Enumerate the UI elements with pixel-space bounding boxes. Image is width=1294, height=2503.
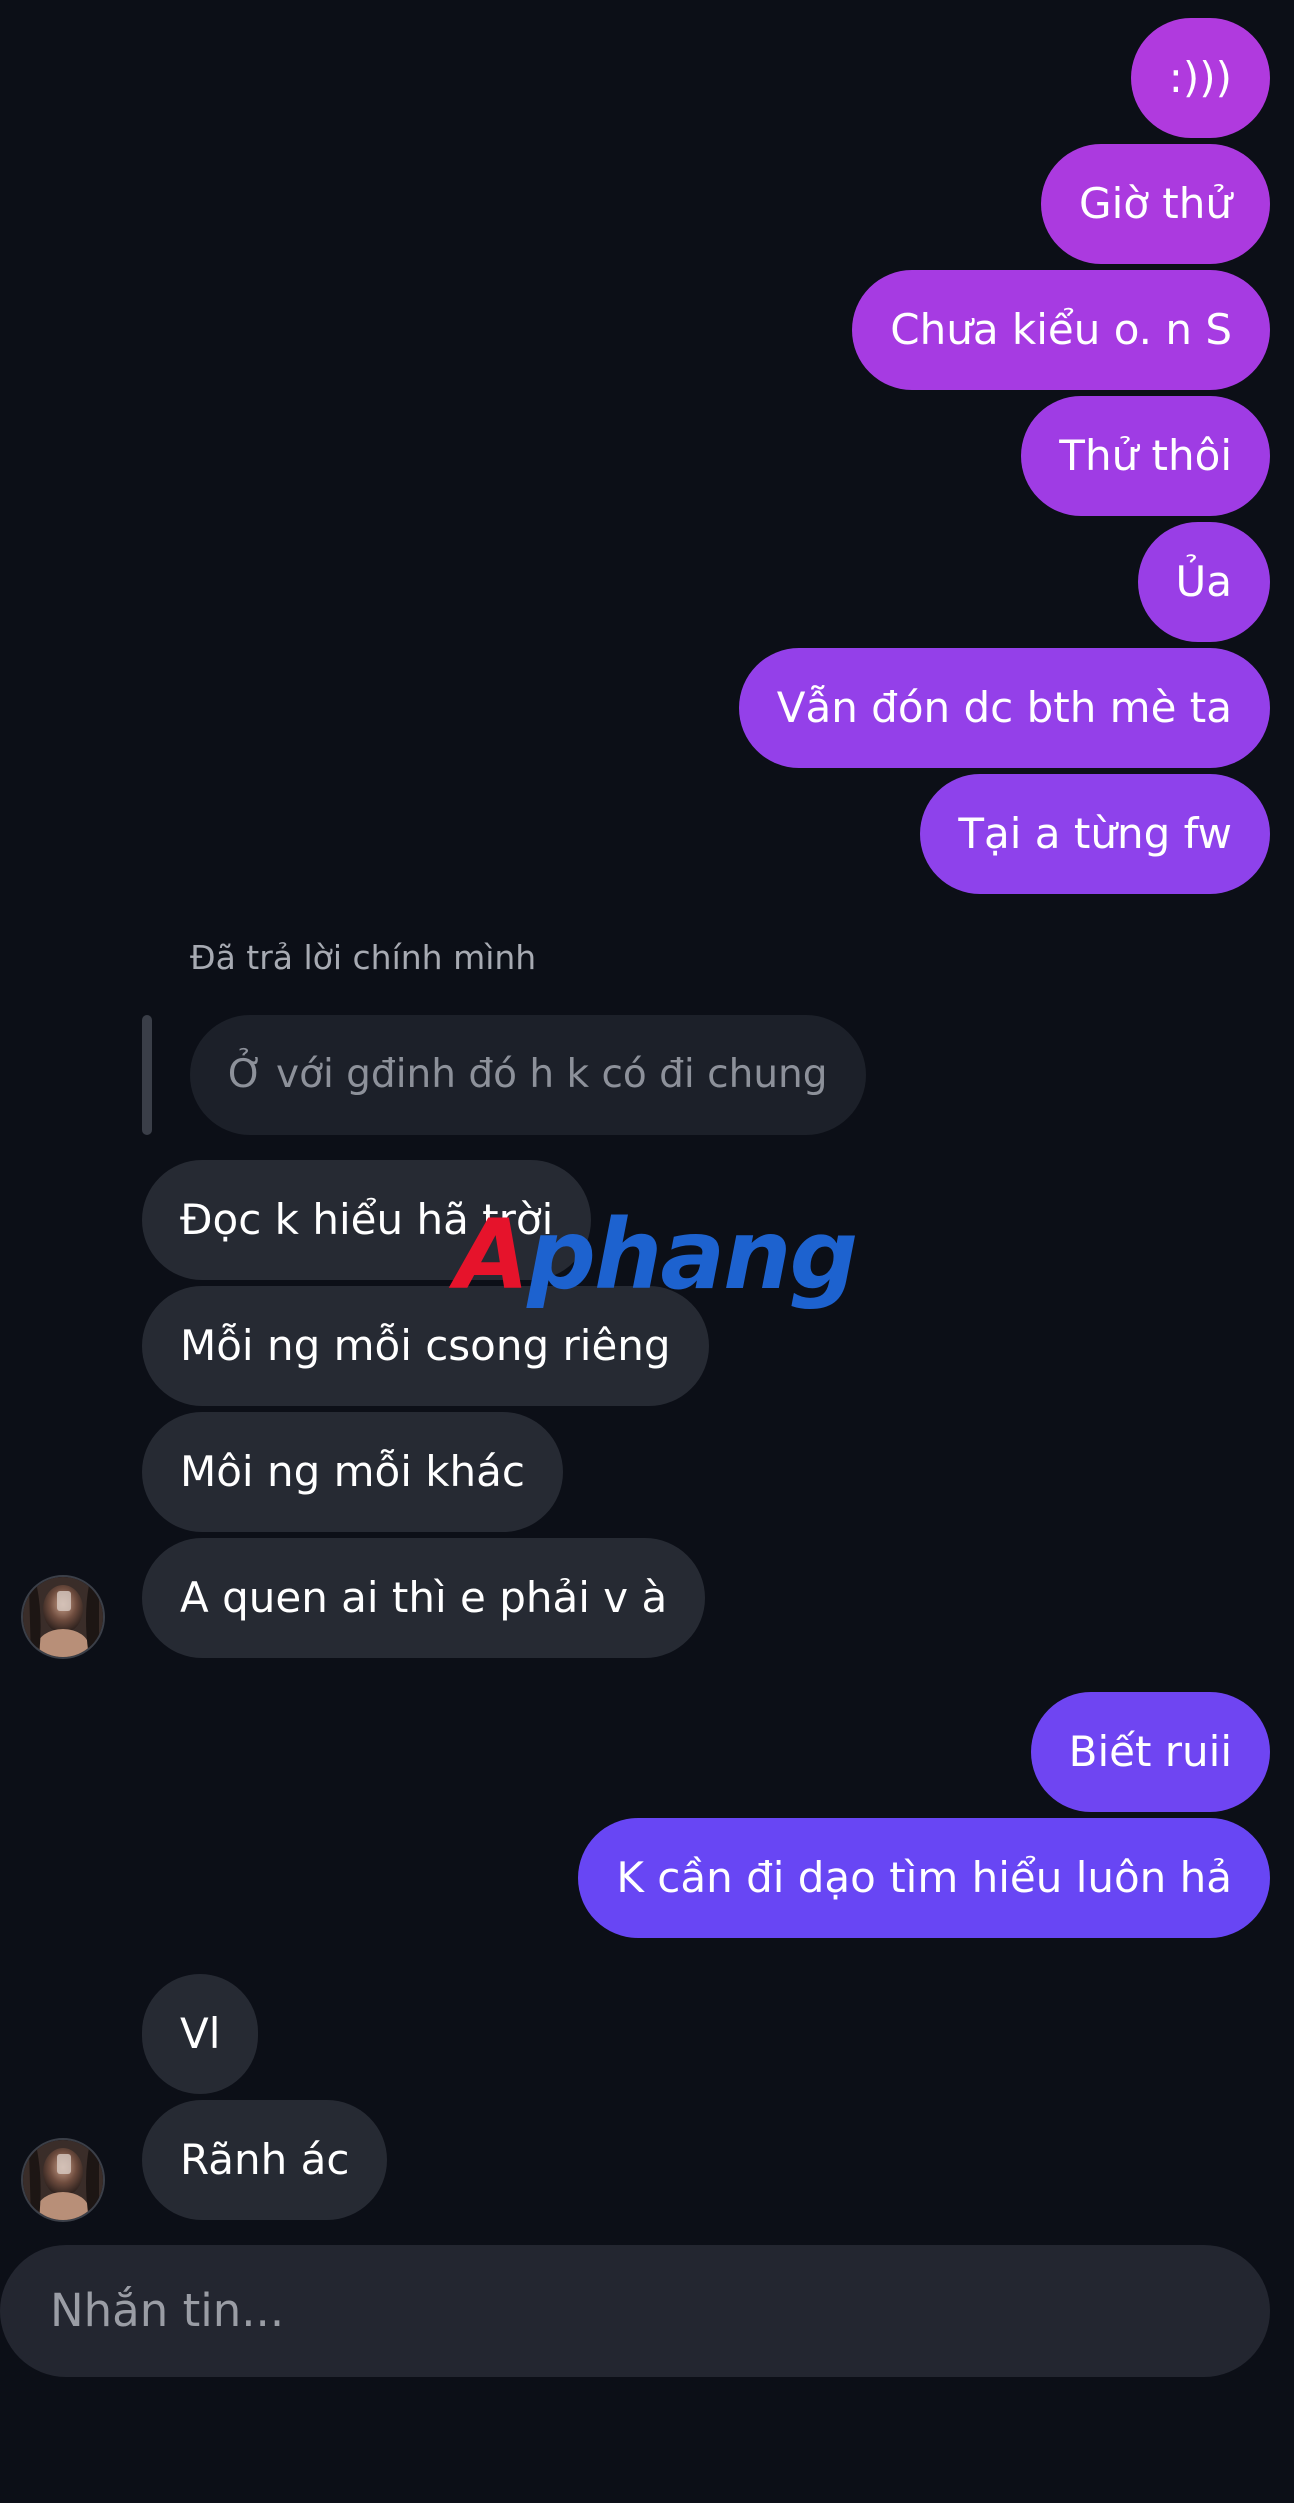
received-message[interactable]: Đọc k hiểu hã trời: [142, 1160, 592, 1280]
message-input[interactable]: Nhắn tin...: [0, 2245, 1270, 2377]
received-message[interactable]: Vl: [142, 1974, 259, 2094]
reply-context-label: Đã trả lời chính mình: [190, 938, 537, 977]
sent-message[interactable]: Ủa: [1137, 522, 1270, 642]
sent-message[interactable]: Chưa kiểu o. n S: [852, 270, 1270, 390]
sent-message[interactable]: Biết ruii: [1030, 1692, 1270, 1812]
sent-message[interactable]: :))): [1130, 18, 1270, 138]
quoted-message[interactable]: Ở với gđinh đó h k có đi chung: [190, 1015, 866, 1135]
contact-avatar[interactable]: [21, 2138, 105, 2222]
received-message[interactable]: A quen ai thì e phải v à: [142, 1538, 706, 1658]
sent-message[interactable]: Vẫn đón dc bth mè ta: [738, 648, 1270, 768]
sent-message[interactable]: Giờ thử: [1041, 144, 1270, 264]
message-input-placeholder: Nhắn tin...: [50, 2284, 285, 2337]
reply-indicator-bar: [142, 1015, 152, 1135]
received-message[interactable]: Rãnh ác: [142, 2100, 388, 2220]
received-message[interactable]: Mỗi ng mỗi csong riêng: [142, 1286, 709, 1406]
avatar-photo: [23, 2140, 103, 2220]
sent-message[interactable]: Tại a từng fw: [920, 774, 1270, 894]
sent-message[interactable]: K cần đi dạo tìm hiểu luôn hả: [578, 1818, 1270, 1938]
sent-message[interactable]: Thử thôi: [1021, 396, 1270, 516]
received-message[interactable]: Môi ng mỗi khác: [142, 1412, 563, 1532]
contact-avatar[interactable]: [21, 1575, 105, 1659]
avatar-photo: [23, 1577, 103, 1657]
